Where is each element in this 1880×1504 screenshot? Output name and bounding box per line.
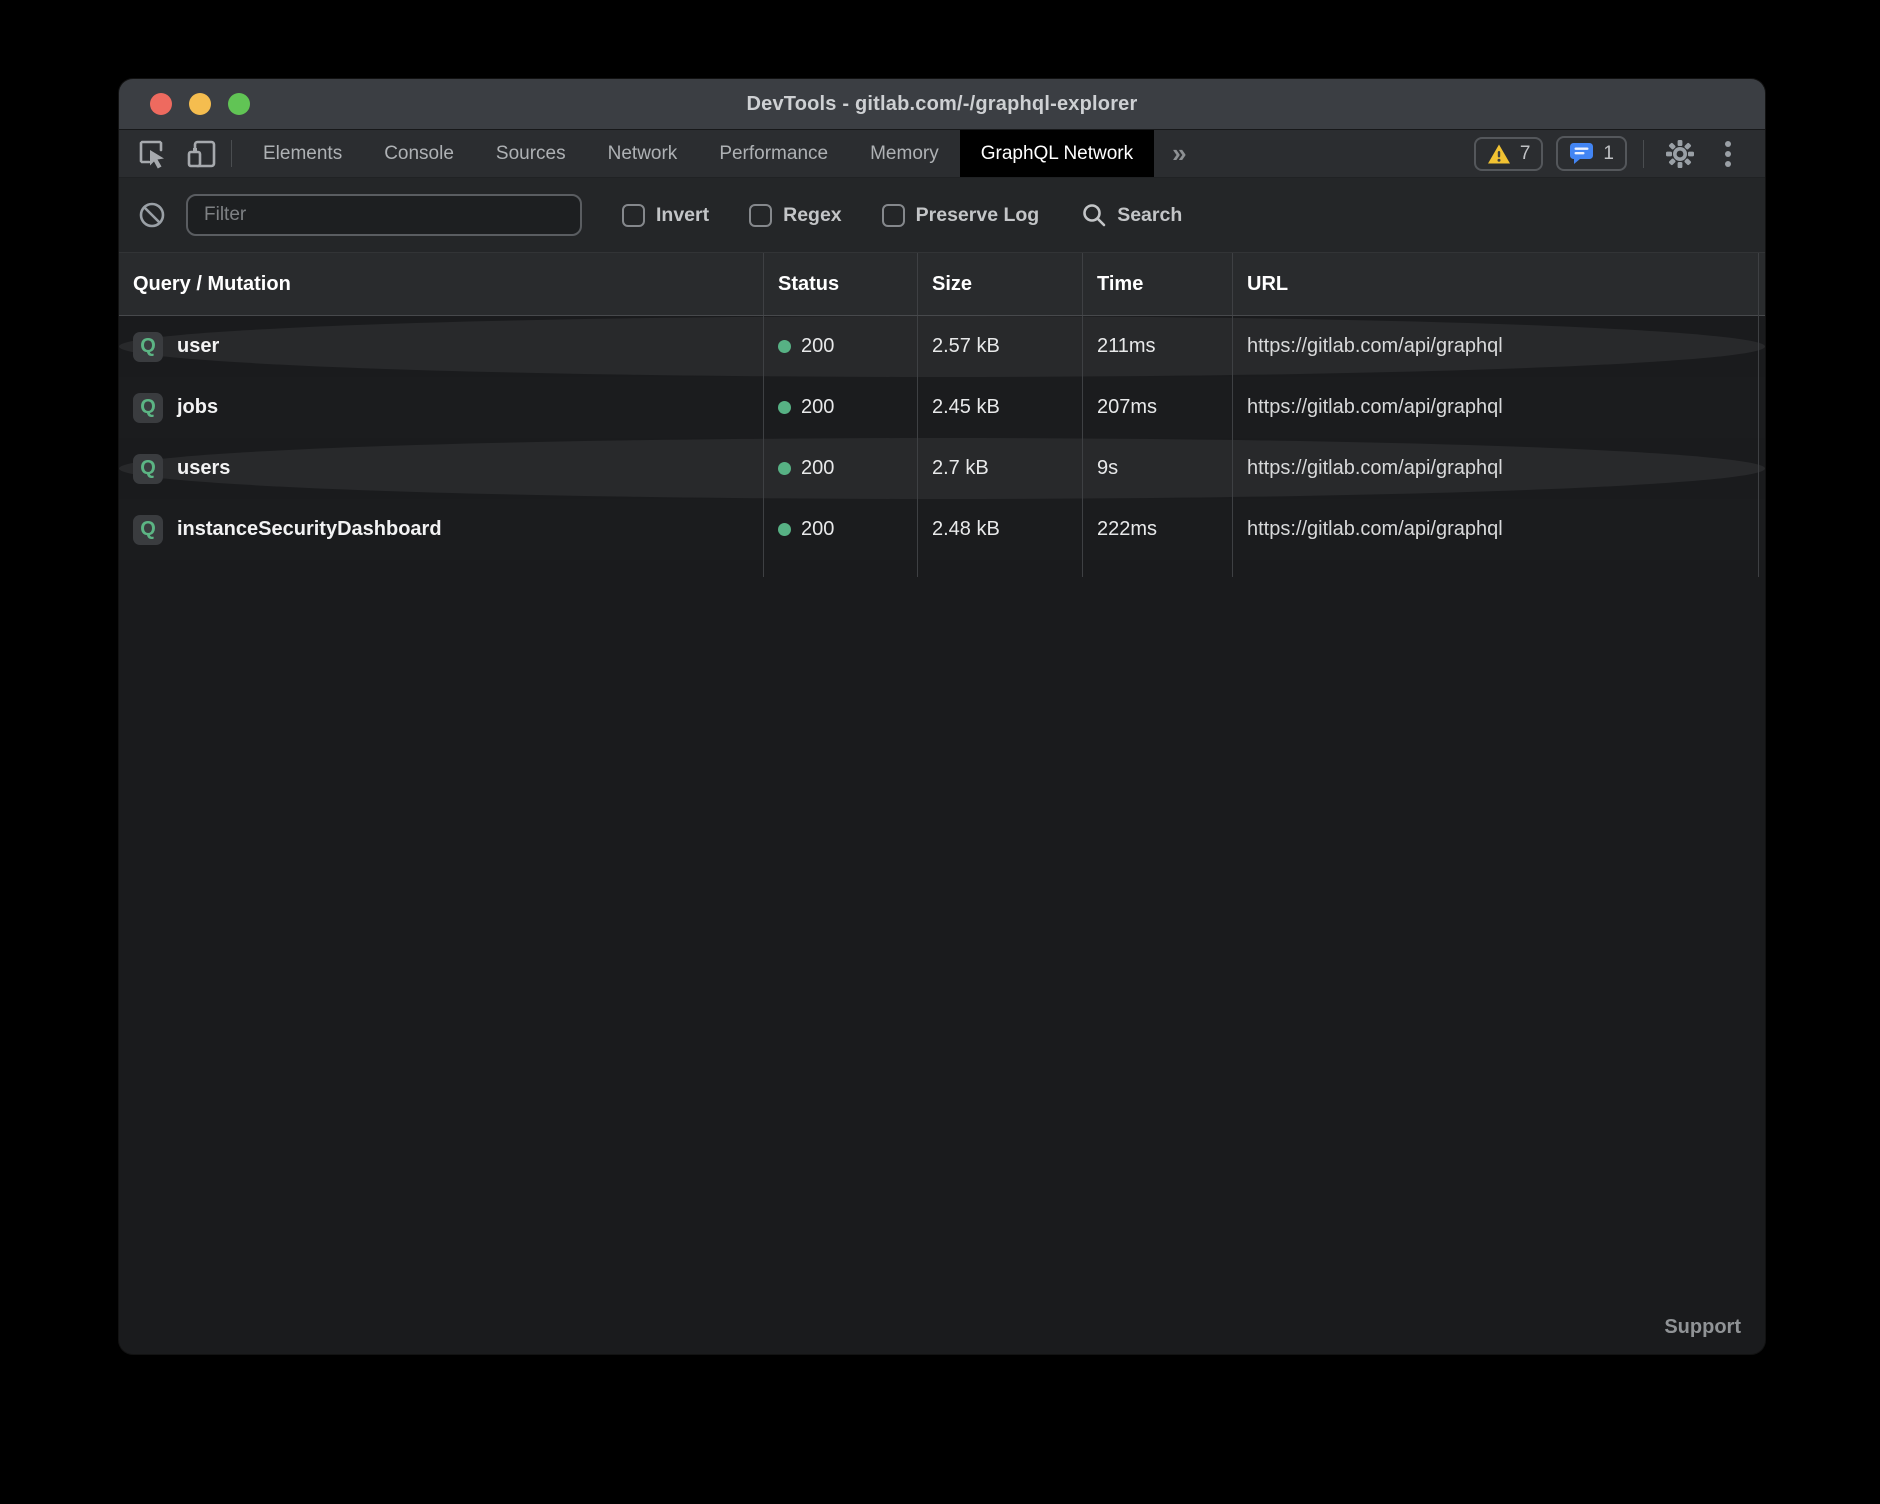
query-type-badge: Q bbox=[133, 332, 163, 362]
table-row[interactable]: Q jobs 200 2.45 kB 207ms https://gitlab.… bbox=[119, 377, 1765, 438]
tab-console[interactable]: Console bbox=[363, 130, 475, 177]
status-ok-dot bbox=[778, 523, 791, 536]
preserve-log-label: Preserve Log bbox=[916, 204, 1040, 227]
message-icon bbox=[1569, 142, 1594, 165]
support-link[interactable]: Support bbox=[1664, 1316, 1741, 1339]
status-code: 200 bbox=[801, 335, 834, 358]
response-time: 9s bbox=[1083, 438, 1233, 499]
status-ok-dot bbox=[778, 462, 791, 475]
table-row[interactable]: Q users 200 2.7 kB 9s https://gitlab.com… bbox=[119, 438, 1765, 499]
gear-icon bbox=[1664, 138, 1696, 170]
issues-badge[interactable]: 1 bbox=[1556, 136, 1627, 171]
preserve-log-checkbox[interactable] bbox=[882, 204, 905, 227]
status-ok-dot bbox=[778, 340, 791, 353]
device-toolbar-icon bbox=[184, 137, 218, 171]
response-size: 2.57 kB bbox=[918, 316, 1083, 377]
request-url: https://gitlab.com/api/graphql bbox=[1233, 438, 1765, 499]
query-name: instanceSecurityDashboard bbox=[177, 518, 442, 541]
column-header-time[interactable]: Time bbox=[1083, 253, 1233, 315]
response-time: 211ms bbox=[1083, 316, 1233, 377]
search-icon bbox=[1081, 202, 1107, 228]
column-header-url[interactable]: URL bbox=[1233, 253, 1765, 315]
zoom-button[interactable] bbox=[228, 93, 250, 115]
clear-button[interactable] bbox=[135, 195, 169, 235]
status-code: 200 bbox=[801, 396, 834, 419]
tab-performance[interactable]: Performance bbox=[698, 130, 849, 177]
query-name: users bbox=[177, 457, 230, 480]
column-divider-extension bbox=[119, 560, 1765, 577]
toolbar-separator bbox=[231, 140, 232, 167]
controls-separator bbox=[1643, 140, 1644, 168]
response-size: 2.7 kB bbox=[918, 438, 1083, 499]
tab-memory[interactable]: Memory bbox=[849, 130, 960, 177]
status-ok-dot bbox=[778, 401, 791, 414]
invert-label: Invert bbox=[656, 204, 709, 227]
tab-elements[interactable]: Elements bbox=[242, 130, 363, 177]
invert-checkbox[interactable] bbox=[622, 204, 645, 227]
search-button[interactable]: Search bbox=[1081, 202, 1182, 228]
regex-label: Regex bbox=[783, 204, 842, 227]
response-size: 2.48 kB bbox=[918, 499, 1083, 560]
column-header-size[interactable]: Size bbox=[918, 253, 1083, 315]
minimize-button[interactable] bbox=[189, 93, 211, 115]
url-column-right-divider bbox=[1758, 253, 1759, 577]
filter-toolbar: Invert Regex Preserve Log Search bbox=[119, 178, 1765, 253]
devtools-window: DevTools - gitlab.com/-/graphql-explorer bbox=[119, 79, 1765, 1354]
query-name: user bbox=[177, 335, 219, 358]
status-code: 200 bbox=[801, 457, 834, 480]
toggle-device-toolbar-button[interactable] bbox=[181, 134, 221, 174]
warning-count: 7 bbox=[1520, 143, 1531, 165]
preserve-log-checkbox-group: Preserve Log bbox=[882, 204, 1040, 227]
response-time: 207ms bbox=[1083, 377, 1233, 438]
query-type-badge: Q bbox=[133, 515, 163, 545]
response-time: 222ms bbox=[1083, 499, 1233, 560]
warnings-badge[interactable]: 7 bbox=[1474, 137, 1544, 171]
window-title: DevTools - gitlab.com/-/graphql-explorer bbox=[119, 93, 1765, 116]
regex-checkbox-group: Regex bbox=[749, 204, 842, 227]
kebab-menu-icon bbox=[1724, 138, 1732, 170]
warning-icon bbox=[1487, 143, 1511, 165]
inspect-cursor-icon bbox=[136, 137, 170, 171]
query-name: jobs bbox=[177, 396, 218, 419]
status-code: 200 bbox=[801, 518, 834, 541]
more-tabs-button[interactable]: » bbox=[1154, 130, 1204, 177]
panel-tabs: Elements Console Sources Network Perform… bbox=[242, 130, 1154, 177]
title-bar: DevTools - gitlab.com/-/graphql-explorer bbox=[119, 79, 1765, 130]
request-url: https://gitlab.com/api/graphql bbox=[1233, 377, 1765, 438]
tab-graphql-network[interactable]: GraphQL Network bbox=[960, 130, 1154, 177]
query-type-badge: Q bbox=[133, 454, 163, 484]
regex-checkbox[interactable] bbox=[749, 204, 772, 227]
request-url: https://gitlab.com/api/graphql bbox=[1233, 316, 1765, 377]
invert-checkbox-group: Invert bbox=[622, 204, 709, 227]
traffic-lights bbox=[150, 79, 250, 129]
requests-table: Query / Mutation Status Size Time URL Q … bbox=[119, 253, 1765, 1354]
table-header-row: Query / Mutation Status Size Time URL bbox=[119, 253, 1765, 316]
query-type-badge: Q bbox=[133, 393, 163, 423]
tab-network[interactable]: Network bbox=[587, 130, 699, 177]
close-button[interactable] bbox=[150, 93, 172, 115]
search-label: Search bbox=[1117, 204, 1182, 227]
inspect-element-button[interactable] bbox=[133, 134, 173, 174]
request-url: https://gitlab.com/api/graphql bbox=[1233, 499, 1765, 560]
column-header-query[interactable]: Query / Mutation bbox=[119, 253, 764, 315]
devtools-tab-bar: Elements Console Sources Network Perform… bbox=[119, 130, 1765, 178]
settings-button[interactable] bbox=[1660, 134, 1700, 174]
tab-sources[interactable]: Sources bbox=[475, 130, 587, 177]
message-count: 1 bbox=[1603, 143, 1614, 165]
column-header-status[interactable]: Status bbox=[764, 253, 918, 315]
block-icon bbox=[138, 201, 166, 229]
table-row[interactable]: Q instanceSecurityDashboard 200 2.48 kB … bbox=[119, 499, 1765, 560]
more-options-button[interactable] bbox=[1713, 134, 1743, 174]
table-row[interactable]: Q user 200 2.57 kB 211ms https://gitlab.… bbox=[119, 316, 1765, 377]
response-size: 2.45 kB bbox=[918, 377, 1083, 438]
filter-input[interactable] bbox=[186, 194, 582, 236]
